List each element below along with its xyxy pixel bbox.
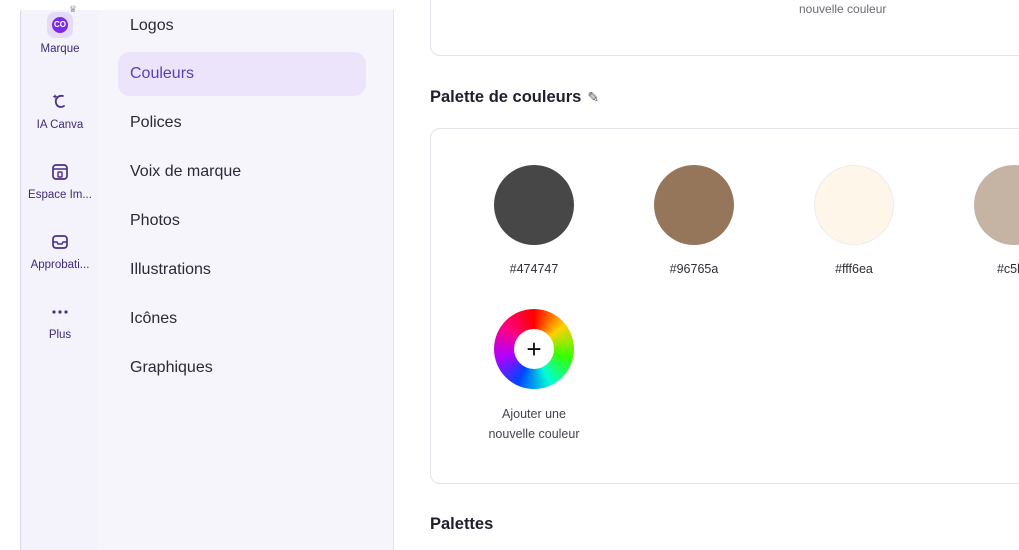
palettes-title: Palettes bbox=[430, 515, 494, 533]
color-swatch[interactable] bbox=[814, 165, 894, 245]
inbox-tray-icon bbox=[46, 230, 74, 254]
crown-icon: ♛ bbox=[68, 4, 77, 14]
palette-title: Palette de couleurs ✎ bbox=[430, 88, 599, 107]
color-swatch[interactable] bbox=[494, 165, 574, 245]
previous-card: nouvelle couleur bbox=[430, 0, 1019, 56]
color-hex: #474747 bbox=[509, 262, 559, 276]
magic-sparkle-icon bbox=[46, 90, 74, 114]
storefront-icon bbox=[46, 160, 74, 184]
plus-icon: + bbox=[514, 329, 554, 369]
submenu-item-couleurs[interactable]: Couleurs bbox=[118, 52, 366, 96]
submenu-item-voix[interactable]: Voix de marque bbox=[118, 150, 366, 194]
palette-card: #474747 #96765a #fff6ea #c5b4 + Ajouter … bbox=[430, 128, 1019, 484]
rail-label: IA Canva bbox=[36, 119, 84, 131]
add-color-label: Ajouter une nouvelle couleur bbox=[469, 404, 599, 444]
brand-badge-text: CO bbox=[52, 17, 68, 33]
color-hex: #c5b4 bbox=[996, 262, 1019, 276]
add-color-label-line1: Ajouter une bbox=[502, 407, 566, 421]
submenu-item-graphiques[interactable]: Graphiques bbox=[118, 346, 366, 390]
submenu-item-logos[interactable]: Logos bbox=[118, 4, 366, 48]
submenu-item-polices[interactable]: Polices bbox=[118, 101, 366, 145]
color-swatch[interactable] bbox=[974, 165, 1019, 245]
rail-label: Plus bbox=[48, 329, 72, 341]
color-hex: #96765a bbox=[669, 262, 719, 276]
previous-card-text: nouvelle couleur bbox=[799, 2, 887, 16]
rail-item-marque[interactable]: ♛ CO Marque bbox=[21, 4, 99, 55]
rail-label: Marque bbox=[40, 43, 80, 55]
palette-title-text: Palette de couleurs bbox=[430, 88, 582, 106]
submenu-item-photos[interactable]: Photos bbox=[118, 199, 366, 243]
rail-label: Espace Im... bbox=[28, 189, 92, 201]
more-dots-icon bbox=[46, 300, 74, 324]
add-color-button[interactable]: + bbox=[494, 309, 574, 389]
submenu-item-illustrations[interactable]: Illustrations bbox=[118, 248, 366, 292]
rail-label: Approbati... bbox=[30, 259, 90, 271]
brand-kit-icon: ♛ CO bbox=[47, 4, 77, 38]
submenu-item-icones[interactable]: Icônes bbox=[118, 297, 366, 341]
rail-item-plus[interactable]: Plus bbox=[21, 300, 99, 341]
brand-submenu: Logos Couleurs Polices Voix de marque Ph… bbox=[99, 10, 394, 550]
rail-item-espace[interactable]: Espace Im... bbox=[21, 160, 99, 201]
rail-item-approbation[interactable]: Approbati... bbox=[21, 230, 99, 271]
color-swatch[interactable] bbox=[654, 165, 734, 245]
icon-rail: ♛ CO Marque IA Canva Espace Im... Approb… bbox=[20, 4, 99, 550]
pencil-icon[interactable]: ✎ bbox=[587, 89, 599, 105]
add-color-label-line2: nouvelle couleur bbox=[488, 427, 580, 441]
color-hex: #fff6ea bbox=[835, 262, 873, 276]
rail-item-ia-canva[interactable]: IA Canva bbox=[21, 90, 99, 131]
